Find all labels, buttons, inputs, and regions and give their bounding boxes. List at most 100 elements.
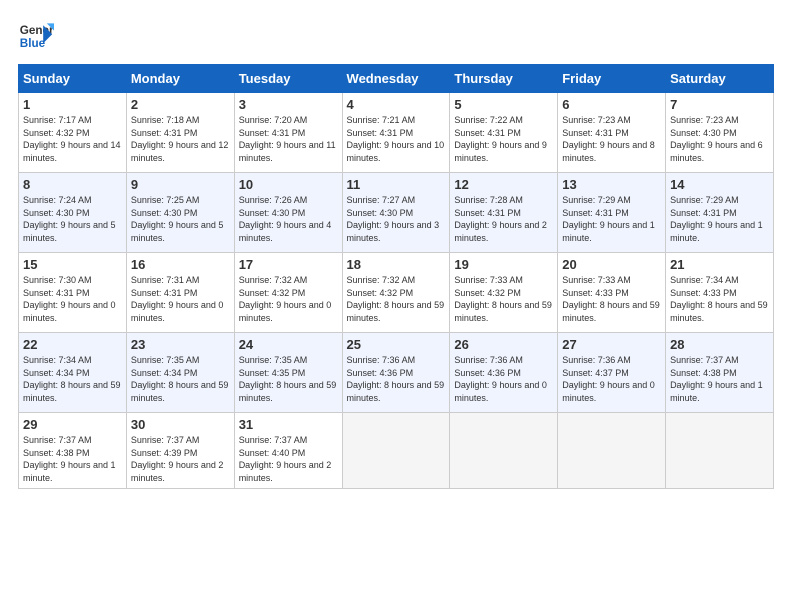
day-number: 11 xyxy=(347,177,446,192)
day-number: 16 xyxy=(131,257,230,272)
day-cell: 23 Sunrise: 7:35 AMSunset: 4:34 PMDaylig… xyxy=(126,333,234,413)
day-info: Sunrise: 7:34 AMSunset: 4:33 PMDaylight:… xyxy=(670,275,768,323)
day-info: Sunrise: 7:37 AMSunset: 4:39 PMDaylight:… xyxy=(131,435,224,483)
day-info: Sunrise: 7:29 AMSunset: 4:31 PMDaylight:… xyxy=(562,195,655,243)
col-header-tuesday: Tuesday xyxy=(234,65,342,93)
day-number: 30 xyxy=(131,417,230,432)
day-number: 1 xyxy=(23,97,122,112)
day-number: 24 xyxy=(239,337,338,352)
day-number: 29 xyxy=(23,417,122,432)
day-cell: 9 Sunrise: 7:25 AMSunset: 4:30 PMDayligh… xyxy=(126,173,234,253)
day-number: 21 xyxy=(670,257,769,272)
col-header-wednesday: Wednesday xyxy=(342,65,450,93)
day-info: Sunrise: 7:37 AMSunset: 4:40 PMDaylight:… xyxy=(239,435,332,483)
day-info: Sunrise: 7:33 AMSunset: 4:32 PMDaylight:… xyxy=(454,275,552,323)
day-cell: 16 Sunrise: 7:31 AMSunset: 4:31 PMDaylig… xyxy=(126,253,234,333)
day-cell: 5 Sunrise: 7:22 AMSunset: 4:31 PMDayligh… xyxy=(450,93,558,173)
day-cell: 29 Sunrise: 7:37 AMSunset: 4:38 PMDaylig… xyxy=(19,413,127,489)
day-info: Sunrise: 7:17 AMSunset: 4:32 PMDaylight:… xyxy=(23,115,121,163)
day-number: 23 xyxy=(131,337,230,352)
day-number: 6 xyxy=(562,97,661,112)
day-cell: 2 Sunrise: 7:18 AMSunset: 4:31 PMDayligh… xyxy=(126,93,234,173)
day-number: 7 xyxy=(670,97,769,112)
day-info: Sunrise: 7:32 AMSunset: 4:32 PMDaylight:… xyxy=(239,275,332,323)
week-row-4: 22 Sunrise: 7:34 AMSunset: 4:34 PMDaylig… xyxy=(19,333,774,413)
day-number: 26 xyxy=(454,337,553,352)
day-number: 3 xyxy=(239,97,338,112)
day-cell: 22 Sunrise: 7:34 AMSunset: 4:34 PMDaylig… xyxy=(19,333,127,413)
col-header-friday: Friday xyxy=(558,65,666,93)
day-cell: 18 Sunrise: 7:32 AMSunset: 4:32 PMDaylig… xyxy=(342,253,450,333)
svg-text:Blue: Blue xyxy=(20,37,46,50)
day-number: 5 xyxy=(454,97,553,112)
day-cell: 31 Sunrise: 7:37 AMSunset: 4:40 PMDaylig… xyxy=(234,413,342,489)
day-cell: 25 Sunrise: 7:36 AMSunset: 4:36 PMDaylig… xyxy=(342,333,450,413)
day-info: Sunrise: 7:36 AMSunset: 4:37 PMDaylight:… xyxy=(562,355,655,403)
day-info: Sunrise: 7:20 AMSunset: 4:31 PMDaylight:… xyxy=(239,115,336,163)
day-info: Sunrise: 7:26 AMSunset: 4:30 PMDaylight:… xyxy=(239,195,332,243)
day-cell: 4 Sunrise: 7:21 AMSunset: 4:31 PMDayligh… xyxy=(342,93,450,173)
day-cell: 15 Sunrise: 7:30 AMSunset: 4:31 PMDaylig… xyxy=(19,253,127,333)
day-cell: 21 Sunrise: 7:34 AMSunset: 4:33 PMDaylig… xyxy=(666,253,774,333)
day-info: Sunrise: 7:23 AMSunset: 4:31 PMDaylight:… xyxy=(562,115,655,163)
day-cell: 24 Sunrise: 7:35 AMSunset: 4:35 PMDaylig… xyxy=(234,333,342,413)
day-cell: 27 Sunrise: 7:36 AMSunset: 4:37 PMDaylig… xyxy=(558,333,666,413)
day-cell: 30 Sunrise: 7:37 AMSunset: 4:39 PMDaylig… xyxy=(126,413,234,489)
logo: General Blue xyxy=(18,18,54,54)
day-info: Sunrise: 7:31 AMSunset: 4:31 PMDaylight:… xyxy=(131,275,224,323)
day-number: 22 xyxy=(23,337,122,352)
logo-icon: General Blue xyxy=(18,18,54,54)
day-number: 2 xyxy=(131,97,230,112)
day-number: 10 xyxy=(239,177,338,192)
week-row-2: 8 Sunrise: 7:24 AMSunset: 4:30 PMDayligh… xyxy=(19,173,774,253)
day-cell: 28 Sunrise: 7:37 AMSunset: 4:38 PMDaylig… xyxy=(666,333,774,413)
day-cell: 20 Sunrise: 7:33 AMSunset: 4:33 PMDaylig… xyxy=(558,253,666,333)
day-number: 13 xyxy=(562,177,661,192)
day-info: Sunrise: 7:25 AMSunset: 4:30 PMDaylight:… xyxy=(131,195,224,243)
calendar-table: SundayMondayTuesdayWednesdayThursdayFrid… xyxy=(18,64,774,489)
day-info: Sunrise: 7:37 AMSunset: 4:38 PMDaylight:… xyxy=(670,355,763,403)
day-info: Sunrise: 7:27 AMSunset: 4:30 PMDaylight:… xyxy=(347,195,440,243)
col-header-thursday: Thursday xyxy=(450,65,558,93)
day-cell: 19 Sunrise: 7:33 AMSunset: 4:32 PMDaylig… xyxy=(450,253,558,333)
day-info: Sunrise: 7:34 AMSunset: 4:34 PMDaylight:… xyxy=(23,355,121,403)
day-info: Sunrise: 7:24 AMSunset: 4:30 PMDaylight:… xyxy=(23,195,116,243)
day-info: Sunrise: 7:29 AMSunset: 4:31 PMDaylight:… xyxy=(670,195,763,243)
day-number: 17 xyxy=(239,257,338,272)
day-number: 18 xyxy=(347,257,446,272)
day-cell xyxy=(450,413,558,489)
day-info: Sunrise: 7:18 AMSunset: 4:31 PMDaylight:… xyxy=(131,115,229,163)
day-info: Sunrise: 7:37 AMSunset: 4:38 PMDaylight:… xyxy=(23,435,116,483)
day-info: Sunrise: 7:36 AMSunset: 4:36 PMDaylight:… xyxy=(347,355,445,403)
day-cell: 11 Sunrise: 7:27 AMSunset: 4:30 PMDaylig… xyxy=(342,173,450,253)
day-cell: 13 Sunrise: 7:29 AMSunset: 4:31 PMDaylig… xyxy=(558,173,666,253)
day-info: Sunrise: 7:35 AMSunset: 4:34 PMDaylight:… xyxy=(131,355,229,403)
day-number: 28 xyxy=(670,337,769,352)
header: General Blue xyxy=(18,18,774,54)
day-cell: 7 Sunrise: 7:23 AMSunset: 4:30 PMDayligh… xyxy=(666,93,774,173)
day-cell: 12 Sunrise: 7:28 AMSunset: 4:31 PMDaylig… xyxy=(450,173,558,253)
day-number: 4 xyxy=(347,97,446,112)
day-number: 15 xyxy=(23,257,122,272)
day-cell: 10 Sunrise: 7:26 AMSunset: 4:30 PMDaylig… xyxy=(234,173,342,253)
day-number: 14 xyxy=(670,177,769,192)
day-info: Sunrise: 7:33 AMSunset: 4:33 PMDaylight:… xyxy=(562,275,660,323)
day-info: Sunrise: 7:35 AMSunset: 4:35 PMDaylight:… xyxy=(239,355,337,403)
day-info: Sunrise: 7:23 AMSunset: 4:30 PMDaylight:… xyxy=(670,115,763,163)
day-info: Sunrise: 7:36 AMSunset: 4:36 PMDaylight:… xyxy=(454,355,547,403)
day-cell: 3 Sunrise: 7:20 AMSunset: 4:31 PMDayligh… xyxy=(234,93,342,173)
day-cell: 1 Sunrise: 7:17 AMSunset: 4:32 PMDayligh… xyxy=(19,93,127,173)
week-row-3: 15 Sunrise: 7:30 AMSunset: 4:31 PMDaylig… xyxy=(19,253,774,333)
day-header-row: SundayMondayTuesdayWednesdayThursdayFrid… xyxy=(19,65,774,93)
day-cell: 14 Sunrise: 7:29 AMSunset: 4:31 PMDaylig… xyxy=(666,173,774,253)
col-header-saturday: Saturday xyxy=(666,65,774,93)
day-number: 25 xyxy=(347,337,446,352)
day-info: Sunrise: 7:28 AMSunset: 4:31 PMDaylight:… xyxy=(454,195,547,243)
day-number: 27 xyxy=(562,337,661,352)
day-cell xyxy=(558,413,666,489)
day-cell xyxy=(342,413,450,489)
day-number: 9 xyxy=(131,177,230,192)
day-cell: 17 Sunrise: 7:32 AMSunset: 4:32 PMDaylig… xyxy=(234,253,342,333)
day-info: Sunrise: 7:22 AMSunset: 4:31 PMDaylight:… xyxy=(454,115,547,163)
col-header-monday: Monday xyxy=(126,65,234,93)
